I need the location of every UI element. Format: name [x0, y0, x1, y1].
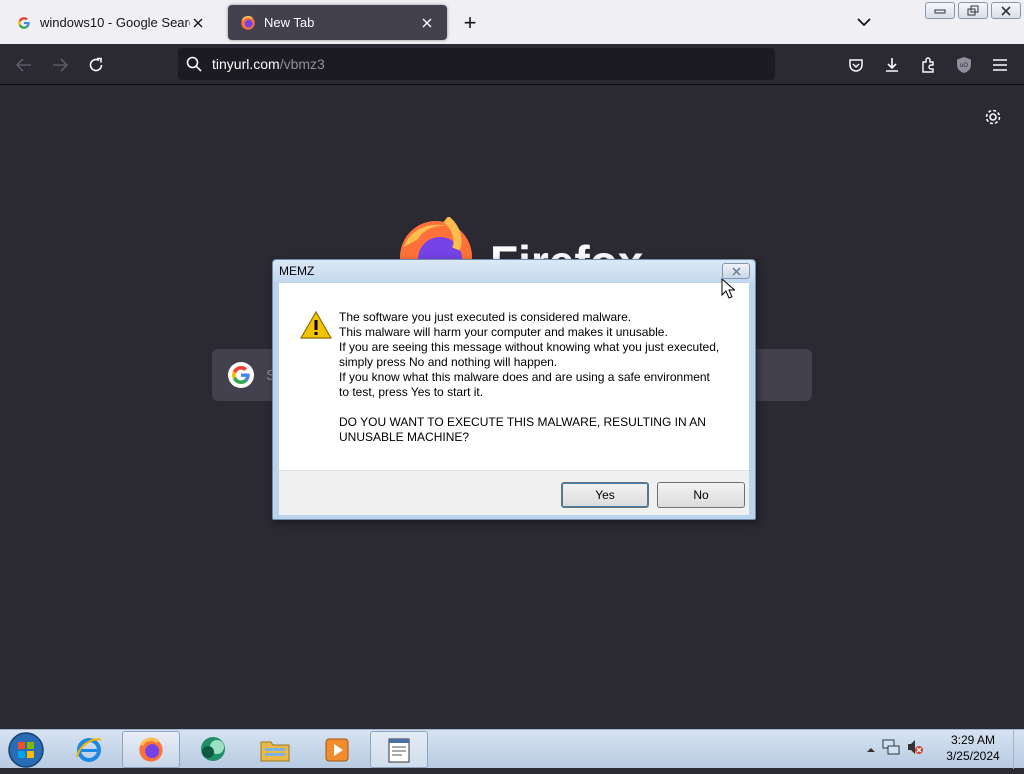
close-window-button[interactable]	[991, 2, 1021, 19]
no-button[interactable]: No	[657, 482, 745, 508]
firefox-icon	[139, 737, 163, 762]
taskbar-file-explorer[interactable]	[246, 731, 304, 768]
show-desktop-button[interactable]	[1013, 730, 1024, 769]
app-menu-button[interactable]	[988, 53, 1012, 77]
warning-icon	[299, 310, 333, 339]
media-player-icon	[325, 738, 349, 761]
message-line: The software you just executed is consid…	[339, 310, 632, 324]
notepad-icon	[388, 738, 410, 762]
taskbar-internet-explorer[interactable]	[60, 731, 118, 768]
restore-icon	[967, 5, 979, 16]
new-tab-button[interactable]: +	[457, 10, 483, 36]
svg-text:uO: uO	[960, 63, 968, 69]
navigation-toolbar: tinyurl.com/vbmz3 uO	[0, 44, 1024, 85]
message-line: simply press No and nothing will happen.	[339, 355, 558, 369]
close-tab-icon[interactable]	[419, 15, 435, 31]
list-all-tabs-button[interactable]	[852, 10, 876, 34]
reload-icon	[89, 57, 103, 72]
window-controls	[925, 2, 1021, 19]
google-g-icon	[228, 362, 254, 388]
system-tray	[866, 730, 924, 769]
url-text: tinyurl.com/vbmz3	[212, 56, 325, 72]
customize-settings-button[interactable]	[981, 105, 1005, 129]
message-line: This malware will harm your computer and…	[339, 325, 668, 339]
pocket-button[interactable]	[844, 53, 868, 77]
windows-logo-icon	[8, 732, 44, 768]
dialog-message: The software you just executed is consid…	[339, 310, 739, 445]
tab-title: New Tab	[264, 15, 315, 30]
chevron-down-icon	[857, 17, 871, 26]
question-line: DO YOU WANT TO EXECUTE THIS MALWARE, RES…	[339, 415, 706, 429]
windows-taskbar: 3:29 AM 3/25/2024	[0, 729, 1024, 769]
message-line: If you are seeing this message without k…	[339, 340, 720, 354]
dialog-close-button[interactable]	[722, 263, 750, 279]
forward-button[interactable]	[48, 53, 72, 77]
tab-google-search[interactable]: windows10 - Google Search	[4, 5, 218, 40]
start-button[interactable]	[7, 731, 45, 769]
dialog-titlebar[interactable]: MEMZ	[273, 260, 755, 282]
arrow-left-icon	[16, 58, 31, 72]
mouse-pointer-icon	[721, 278, 735, 299]
firefox-icon	[240, 15, 256, 31]
taskbar-firefox[interactable]	[122, 731, 180, 768]
google-g-icon	[16, 15, 32, 31]
tab-title: windows10 - Google Search	[40, 15, 190, 30]
download-icon	[886, 58, 898, 72]
volume-muted-icon	[908, 740, 923, 754]
tab-new-tab[interactable]: New Tab	[228, 5, 447, 40]
clock-time: 3:29 AM	[950, 733, 996, 747]
taskbar-media-player[interactable]	[308, 731, 366, 768]
minimize-button[interactable]	[925, 2, 955, 19]
tab-strip: windows10 - Google Search New Tab +	[0, 0, 1024, 44]
show-hidden-icons-button[interactable]	[866, 741, 876, 759]
message-spacer	[339, 400, 739, 415]
clock-date: 3/25/2024	[946, 749, 1000, 763]
close-icon	[731, 266, 741, 276]
reload-button[interactable]	[84, 53, 108, 77]
question-line: UNUSABLE MACHINE?	[339, 430, 470, 444]
yes-button[interactable]: Yes	[561, 482, 649, 508]
close-icon	[1001, 5, 1011, 16]
dialog-title: MEMZ	[279, 264, 315, 278]
extensions-button[interactable]	[916, 53, 940, 77]
file-explorer-icon	[260, 741, 290, 761]
ublock-origin-button[interactable]: uO	[952, 53, 976, 77]
network-icon	[882, 739, 900, 755]
url-host: tinyurl.com	[212, 56, 280, 72]
url-path: /vbmz3	[279, 56, 325, 72]
ublock-shield-icon: uO	[957, 57, 971, 73]
message-line: If you know what this malware does and a…	[339, 370, 710, 384]
puzzle-piece-icon	[922, 57, 934, 73]
taskbar-chat-app[interactable]	[184, 731, 242, 768]
hamburger-menu-icon	[993, 59, 1007, 71]
chevron-up-icon	[867, 747, 875, 752]
back-button[interactable]	[12, 53, 36, 77]
taskbar-notepad[interactable]	[370, 731, 428, 768]
dialog-button-bar: Yes No	[279, 470, 749, 515]
address-bar[interactable]: tinyurl.com/vbmz3	[178, 48, 775, 80]
memz-message-box: MEMZ The software you just executed is c…	[272, 259, 756, 520]
minimize-icon	[934, 9, 946, 13]
volume-tray-button[interactable]	[906, 738, 924, 761]
network-tray-button[interactable]	[882, 738, 900, 761]
gear-icon	[985, 109, 1001, 125]
downloads-button[interactable]	[880, 53, 904, 77]
restore-button[interactable]	[958, 2, 988, 19]
chat-app-icon	[201, 736, 225, 761]
dialog-body: The software you just executed is consid…	[279, 283, 749, 470]
arrow-right-icon	[53, 58, 68, 72]
taskbar-clock[interactable]: 3:29 AM 3/25/2024	[940, 732, 1006, 764]
pocket-icon	[849, 59, 863, 72]
close-tab-icon[interactable]	[190, 15, 206, 31]
message-line: to test, press Yes to start it.	[339, 385, 484, 399]
internet-explorer-icon	[76, 737, 102, 762]
search-icon	[186, 56, 202, 72]
